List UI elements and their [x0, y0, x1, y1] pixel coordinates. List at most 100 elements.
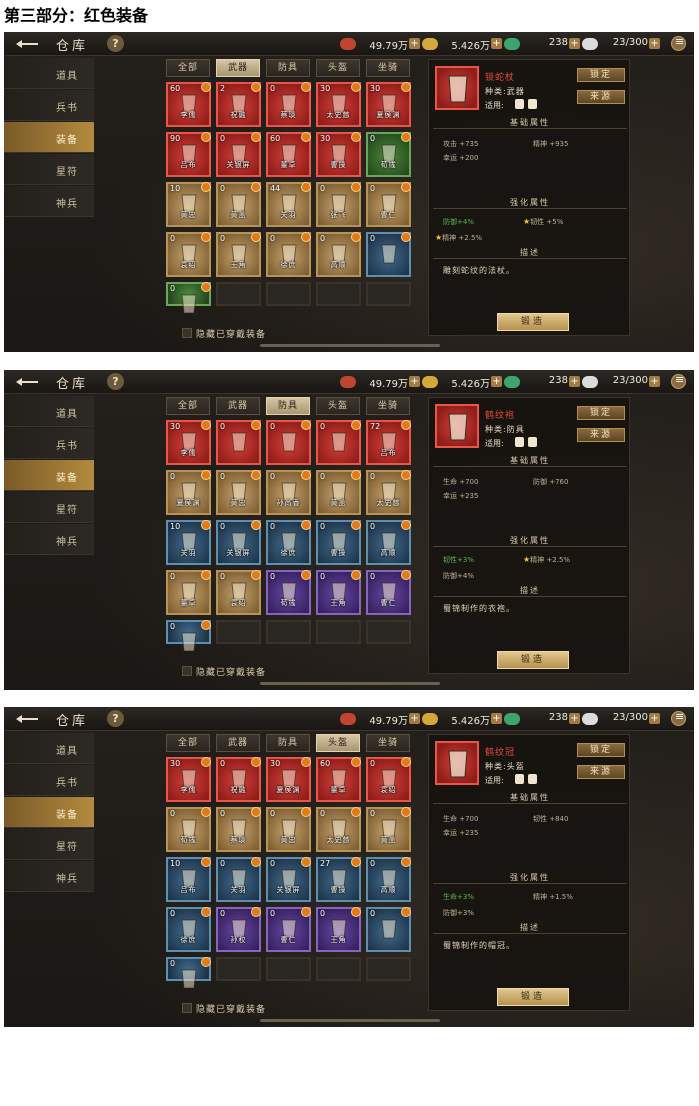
item-slot[interactable]: 0 荀彧: [166, 807, 211, 852]
item-slot[interactable]: 0 曹仁: [366, 182, 411, 227]
item-slot[interactable]: 30 曹操: [316, 132, 361, 177]
jade-add-button[interactable]: +: [569, 376, 580, 387]
menu-icon[interactable]: [671, 710, 686, 726]
scrollbar[interactable]: [260, 1019, 440, 1022]
item-slot[interactable]: [316, 282, 361, 306]
item-slot[interactable]: [366, 620, 411, 644]
sidebar-item-4[interactable]: 神兵: [4, 861, 94, 892]
item-slot[interactable]: 0 关银屏: [266, 857, 311, 902]
item-slot[interactable]: 0 董卓: [166, 570, 211, 615]
item-slot[interactable]: 0 王角: [216, 232, 261, 277]
tab-1[interactable]: 武器: [216, 59, 260, 77]
item-slot[interactable]: 0 夏侯渊: [166, 470, 211, 515]
tab-2[interactable]: 防具: [266, 59, 310, 77]
item-slot[interactable]: 0 袁绍: [216, 570, 261, 615]
item-slot[interactable]: 0 关羽: [216, 857, 261, 902]
tab-0[interactable]: 全部: [166, 59, 210, 77]
sidebar-item-1[interactable]: 兵书: [4, 90, 94, 121]
item-slot[interactable]: 0 袁绍: [366, 757, 411, 802]
item-slot[interactable]: 0 王角: [316, 570, 361, 615]
item-slot[interactable]: 0: [166, 620, 211, 652]
item-slot[interactable]: 0: [266, 420, 311, 465]
item-slot[interactable]: [266, 282, 311, 306]
item-slot[interactable]: 0 张飞: [316, 182, 361, 227]
item-slot[interactable]: 90 吕布: [166, 132, 211, 177]
tab-0[interactable]: 全部: [166, 397, 210, 415]
item-slot[interactable]: [316, 620, 361, 644]
item-slot[interactable]: 0 祝融: [216, 757, 261, 802]
item-slot[interactable]: [216, 282, 261, 306]
sidebar-item-2[interactable]: 装备: [4, 797, 94, 828]
item-slot[interactable]: 60 董卓: [316, 757, 361, 802]
sidebar-item-0[interactable]: 道具: [4, 396, 94, 427]
item-slot[interactable]: [266, 957, 311, 981]
tab-2[interactable]: 防具: [266, 397, 310, 415]
item-slot[interactable]: 0 曹仁: [366, 570, 411, 615]
help-icon[interactable]: ?: [107, 35, 124, 52]
item-slot[interactable]: 44 关羽: [266, 182, 311, 227]
sidebar-item-3[interactable]: 星符: [4, 492, 94, 523]
item-slot[interactable]: [366, 282, 411, 306]
item-slot[interactable]: 10 吕布: [166, 857, 211, 902]
tab-0[interactable]: 全部: [166, 734, 210, 752]
sidebar-item-4[interactable]: 神兵: [4, 524, 94, 555]
forge-button[interactable]: 锻造: [497, 988, 569, 1006]
tab-4[interactable]: 坐骑: [366, 397, 410, 415]
item-slot[interactable]: 0: [166, 957, 211, 989]
item-slot[interactable]: 0 关银屏: [216, 132, 261, 177]
item-slot[interactable]: 2 祝融: [216, 82, 261, 127]
jade-add-button[interactable]: +: [569, 38, 580, 49]
tab-4[interactable]: 坐骑: [366, 59, 410, 77]
item-slot[interactable]: 0 太史慈: [316, 807, 361, 852]
forge-button[interactable]: 锻造: [497, 313, 569, 331]
capacity-add-button[interactable]: +: [649, 38, 660, 49]
item-slot[interactable]: 0 徐庶: [266, 232, 311, 277]
hide-equipped-checkbox[interactable]: [182, 666, 192, 676]
sidebar-item-3[interactable]: 星符: [4, 829, 94, 860]
source-button[interactable]: 来源: [577, 90, 625, 104]
capacity-add-button[interactable]: +: [649, 376, 660, 387]
item-slot[interactable]: [316, 957, 361, 981]
item-slot[interactable]: 0 黄忠: [266, 807, 311, 852]
sidebar-item-1[interactable]: 兵书: [4, 765, 94, 796]
help-icon[interactable]: ?: [107, 373, 124, 390]
item-slot[interactable]: 0: [366, 232, 411, 277]
item-slot[interactable]: 0 高顺: [316, 232, 361, 277]
tab-3[interactable]: 头盔: [316, 734, 360, 752]
item-slot[interactable]: 0 蔡琰: [266, 82, 311, 127]
lock-button[interactable]: 锁定: [577, 68, 625, 82]
silver-add-button[interactable]: +: [409, 376, 420, 387]
scrollbar[interactable]: [260, 682, 440, 685]
item-slot[interactable]: 30 李儒: [166, 420, 211, 465]
tab-2[interactable]: 防具: [266, 734, 310, 752]
item-slot[interactable]: 27 曹操: [316, 857, 361, 902]
menu-icon[interactable]: [671, 373, 686, 389]
coin-add-button[interactable]: +: [491, 713, 502, 724]
item-slot[interactable]: 0 王角: [316, 907, 361, 952]
menu-icon[interactable]: [671, 35, 686, 51]
help-icon[interactable]: ?: [107, 710, 124, 727]
item-slot[interactable]: 72 吕布: [366, 420, 411, 465]
tab-1[interactable]: 武器: [216, 397, 260, 415]
item-slot[interactable]: 0 曹仁: [266, 907, 311, 952]
sidebar-item-3[interactable]: 星符: [4, 154, 94, 185]
item-slot[interactable]: 0: [366, 907, 411, 952]
item-slot[interactable]: 30 李儒: [166, 757, 211, 802]
tab-3[interactable]: 头盔: [316, 59, 360, 77]
hide-equipped-checkbox[interactable]: [182, 1003, 192, 1013]
back-arrow-icon[interactable]: [14, 713, 40, 725]
sidebar-item-2[interactable]: 装备: [4, 122, 94, 153]
sidebar-item-0[interactable]: 道具: [4, 58, 94, 89]
coin-add-button[interactable]: +: [491, 376, 502, 387]
item-slot[interactable]: 30 夏侯渊: [266, 757, 311, 802]
tab-4[interactable]: 坐骑: [366, 734, 410, 752]
silver-add-button[interactable]: +: [409, 38, 420, 49]
item-slot[interactable]: 0 蔡琰: [216, 807, 261, 852]
tab-3[interactable]: 头盔: [316, 397, 360, 415]
item-slot[interactable]: 0 黄盖: [216, 182, 261, 227]
item-slot[interactable]: 0 曹操: [316, 520, 361, 565]
item-slot[interactable]: 0 徐庶: [266, 520, 311, 565]
item-slot[interactable]: [216, 957, 261, 981]
scrollbar[interactable]: [260, 344, 440, 347]
item-slot[interactable]: 0 荀彧: [266, 570, 311, 615]
